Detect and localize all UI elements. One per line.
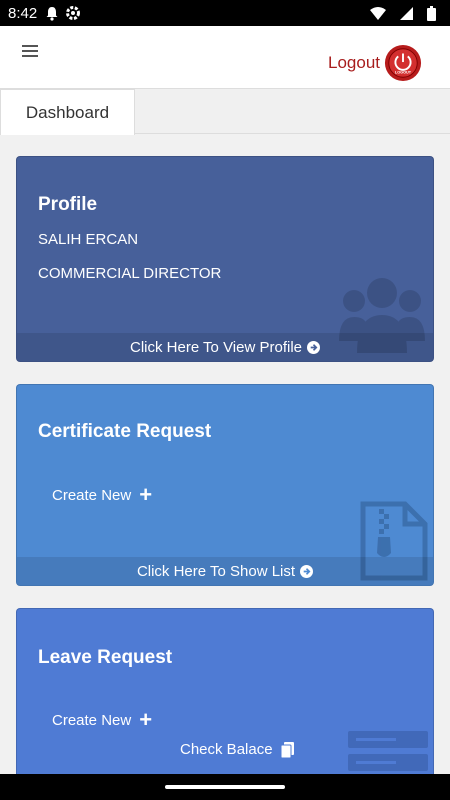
plus-icon: + (139, 707, 153, 732)
show-list-label: Click Here To Show List (136, 562, 296, 580)
logout-label: Logout (328, 53, 380, 72)
tab-bar: Dashboard (0, 88, 450, 135)
certificate-create-new-label: Create New (52, 486, 132, 504)
view-profile-label: Click Here To View Profile (129, 338, 302, 356)
signal-icon (400, 6, 413, 20)
power-icon: LOGOUT (384, 44, 422, 82)
dashboard-content: Profile SALIH ERCAN COMMERCIAL DIRECTOR … (0, 134, 450, 774)
profile-title: Profile (38, 194, 98, 215)
plus-icon: + (139, 482, 153, 507)
check-balance-button[interactable]: Check Balace (180, 741, 294, 758)
status-time: 8:42 (8, 4, 38, 22)
logout-icon-text: LOGOUT (395, 70, 412, 74)
certificate-title: Certificate Request (38, 421, 212, 442)
certificate-request-card: Certificate Request Create New + Click H… (16, 384, 434, 586)
profile-card: Profile SALIH ERCAN COMMERCIAL DIRECTOR … (16, 156, 434, 362)
arrow-circle-right-icon (300, 564, 314, 578)
tab-dashboard[interactable]: Dashboard (0, 89, 135, 135)
wifi-icon (370, 6, 386, 20)
show-list-link[interactable]: Click Here To Show List (17, 557, 433, 585)
battery-icon (427, 5, 436, 21)
view-profile-link[interactable]: Click Here To View Profile (17, 333, 433, 361)
settings-gear-icon (65, 5, 81, 21)
server-icon (348, 731, 428, 771)
leave-create-new-label: Create New (52, 711, 132, 729)
app-header: Logout LOGOUT (0, 26, 450, 88)
document-copy-icon (280, 741, 294, 758)
arrow-circle-right-icon (307, 340, 320, 354)
logout-button[interactable]: Logout LOGOUT (328, 44, 422, 82)
profile-role: COMMERCIAL DIRECTOR (38, 265, 222, 282)
hamburger-menu-icon[interactable] (22, 42, 46, 64)
system-navigation-bar (0, 774, 450, 800)
leave-request-card: Leave Request Create New + Check Balace (16, 608, 434, 774)
status-bar: 8:42 (0, 0, 450, 26)
certificate-create-new-button[interactable]: Create New + (52, 484, 152, 506)
profile-name: SALIH ERCAN (38, 231, 139, 248)
leave-title: Leave Request (38, 647, 173, 668)
check-balance-label: Check Balace (180, 741, 273, 758)
notification-bell-icon (45, 6, 59, 21)
home-gesture-handle[interactable] (165, 785, 285, 789)
leave-create-new-button[interactable]: Create New + (52, 709, 152, 731)
